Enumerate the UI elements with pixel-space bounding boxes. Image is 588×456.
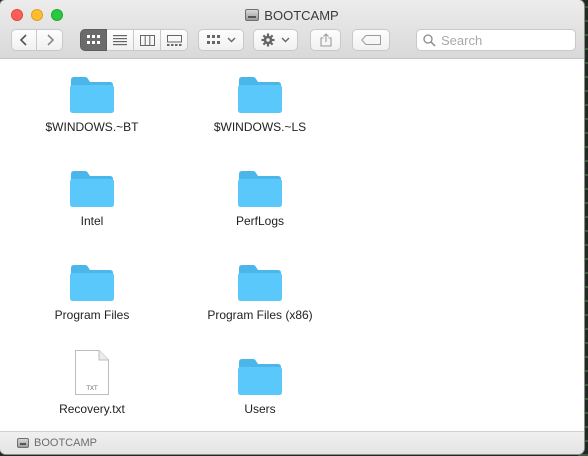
- group-by-icon: [206, 35, 220, 44]
- item-name: $WINDOWS.~BT: [45, 120, 139, 134]
- item-name: Users: [244, 402, 276, 416]
- item-name: Recovery.txt: [59, 402, 125, 416]
- titlebar: BOOTCAMP: [0, 0, 584, 59]
- chevron-down-icon: [227, 37, 235, 43]
- search-field[interactable]: [416, 29, 576, 51]
- window-title-area: BOOTCAMP: [0, 6, 584, 24]
- gallery-view-icon: [166, 34, 182, 46]
- history-navigation: [11, 29, 63, 51]
- folder-icon: [69, 258, 115, 302]
- column-view-button[interactable]: [134, 29, 161, 51]
- gallery-view-button[interactable]: [161, 29, 188, 51]
- share-icon: [319, 33, 332, 47]
- item-name: Intel: [80, 214, 104, 228]
- folder-item[interactable]: Program Files: [17, 258, 167, 322]
- window-title: BOOTCAMP: [264, 7, 339, 23]
- path-bar: BOOTCAMP: [0, 431, 584, 454]
- chevron-right-icon: [46, 34, 54, 46]
- text-document-icon: TXT: [74, 348, 110, 396]
- file-icon-grid: $WINDOWS.~BT $WINDOWS.~LS Intel PerfLogs…: [0, 59, 584, 431]
- finder-window: BOOTCAMP Search $WINDOWS.~BT $WINDOWS.~L…: [0, 0, 584, 454]
- view-mode-selector: [80, 29, 188, 51]
- folder-item[interactable]: Users: [185, 352, 335, 416]
- folder-icon: [237, 164, 283, 208]
- search-icon: [423, 33, 436, 47]
- icon-view-button[interactable]: [80, 29, 107, 51]
- folder-item[interactable]: $WINDOWS.~BT: [17, 70, 167, 134]
- folder-icon: [237, 258, 283, 302]
- folder-icon: [237, 352, 283, 396]
- action-menu-button[interactable]: [253, 29, 298, 51]
- gear-icon: [261, 33, 275, 47]
- list-view-icon: [113, 34, 127, 45]
- document-item[interactable]: TXT Recovery.txt: [17, 348, 167, 416]
- folder-icon: [69, 164, 115, 208]
- forward-button[interactable]: [37, 29, 63, 51]
- tag-icon: [361, 35, 381, 45]
- group-by-button[interactable]: [198, 29, 244, 51]
- item-name: PerfLogs: [235, 214, 285, 228]
- column-view-icon: [139, 34, 155, 46]
- chevron-left-icon: [19, 34, 27, 46]
- search-input[interactable]: [441, 32, 571, 48]
- item-name: Program Files (x86): [207, 308, 313, 322]
- document-badge: TXT: [86, 386, 98, 392]
- icon-view-icon: [86, 35, 100, 44]
- back-button[interactable]: [11, 29, 37, 51]
- folder-item[interactable]: Program Files (x86): [185, 258, 335, 322]
- folder-item[interactable]: $WINDOWS.~LS: [185, 70, 335, 134]
- disk-drive-icon: [245, 9, 260, 21]
- item-name: Program Files: [54, 308, 130, 322]
- folder-item[interactable]: PerfLogs: [185, 164, 335, 228]
- path-bar-item[interactable]: BOOTCAMP: [34, 437, 97, 449]
- disk-drive-icon: [17, 438, 29, 448]
- item-name: $WINDOWS.~LS: [213, 120, 307, 134]
- folder-item[interactable]: Intel: [17, 164, 167, 228]
- folder-icon: [69, 70, 115, 114]
- chevron-down-icon: [281, 37, 290, 43]
- tags-button[interactable]: [352, 29, 390, 51]
- list-view-button[interactable]: [107, 29, 134, 51]
- folder-icon: [237, 70, 283, 114]
- share-button[interactable]: [310, 29, 341, 51]
